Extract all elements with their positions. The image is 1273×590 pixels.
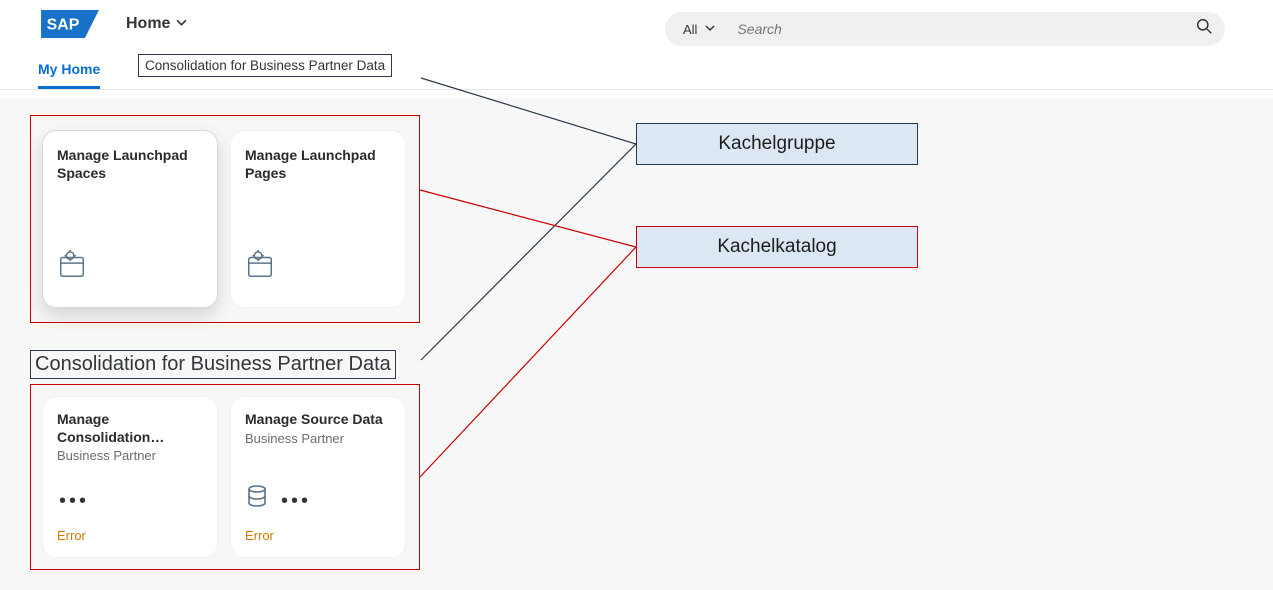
sap-logo[interactable]: SAP xyxy=(40,10,100,38)
content-area: Manage Launchpad Spaces Manage Launchpad… xyxy=(0,98,1273,590)
tile-manage-launchpad-spaces[interactable]: Manage Launchpad Spaces xyxy=(42,130,218,308)
chevron-down-icon xyxy=(176,17,187,31)
search-filter[interactable]: All xyxy=(683,22,729,37)
shell-title[interactable]: Home xyxy=(126,15,187,33)
tile-manage-consolidation[interactable]: Manage Consolidation… Business Partner •… xyxy=(42,396,218,558)
settings-page-icon xyxy=(245,250,275,285)
tile-error-text: Error xyxy=(245,528,274,543)
tab-bar: My Home Consolidation for Business Partn… xyxy=(0,48,1273,90)
ellipsis-icon: ••• xyxy=(59,490,89,513)
tile-title: Manage Launchpad Pages xyxy=(245,147,391,182)
group-heading: Consolidation for Business Partner Data xyxy=(30,350,396,379)
tile-title: Manage Consolidation… xyxy=(57,411,203,446)
svg-text:SAP: SAP xyxy=(47,17,80,34)
database-icon xyxy=(245,484,269,513)
search-filter-label: All xyxy=(683,22,697,37)
callout-kachelkatalog: Kachelkatalog xyxy=(636,226,918,268)
tile-subtitle: Business Partner xyxy=(245,431,391,446)
settings-page-icon xyxy=(57,250,87,285)
tile-group-1: Manage Launchpad Spaces Manage Launchpad… xyxy=(42,130,406,308)
shell-title-text: Home xyxy=(126,15,170,33)
global-search[interactable]: All xyxy=(665,12,1225,46)
tab-consolidation[interactable]: Consolidation for Business Partner Data xyxy=(138,54,392,77)
callout-kachelgruppe: Kachelgruppe xyxy=(636,123,918,165)
chevron-down-icon xyxy=(705,23,715,36)
tile-error-text: Error xyxy=(57,528,86,543)
tab-my-home[interactable]: My Home xyxy=(38,61,100,89)
tile-title: Manage Source Data xyxy=(245,411,391,429)
tile-manage-launchpad-pages[interactable]: Manage Launchpad Pages xyxy=(230,130,406,308)
ellipsis-icon: ••• xyxy=(281,490,311,513)
tile-subtitle: Business Partner xyxy=(57,448,203,463)
tile-group-2: Manage Consolidation… Business Partner •… xyxy=(42,396,406,558)
tile-title: Manage Launchpad Spaces xyxy=(57,147,203,182)
tile-manage-source-data[interactable]: Manage Source Data Business Partner ••• … xyxy=(230,396,406,558)
search-icon[interactable] xyxy=(1196,18,1213,40)
search-input[interactable] xyxy=(729,21,1196,37)
